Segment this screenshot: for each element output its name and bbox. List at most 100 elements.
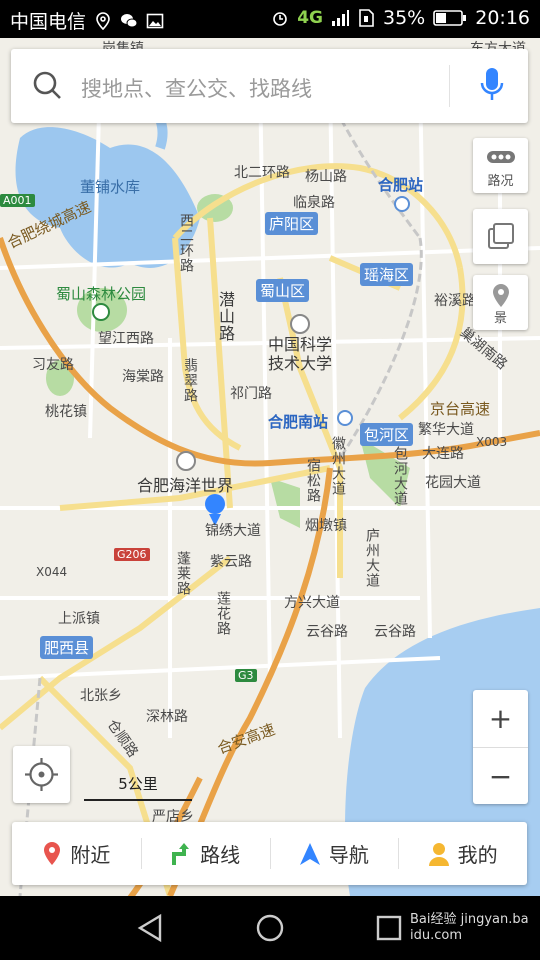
poi-aquarium[interactable]: 合肥海洋世界 [137,472,233,496]
navigate-label: 导航 [328,843,369,867]
district-baohe[interactable]: 包河区 [360,423,414,446]
pin-outline-icon [492,284,509,307]
carrier-name: 中国电信 [10,11,87,33]
road-jinxiu: 锦绣大道 [205,523,261,539]
zoom-control: + − [473,690,528,804]
nearby-button[interactable]: 附近 [12,822,141,885]
town-taohua: 桃花镇 [45,404,87,420]
search-icon [33,71,61,99]
road-huizhou: 徽州大道 [330,436,346,496]
road-fanhua: 繁华大道 [418,422,474,438]
road-penglai: 蓬莱路 [175,551,191,596]
road-huayuan: 花园大道 [425,475,481,491]
traffic-label: 路况 [487,174,514,189]
zoom-in-button[interactable]: + [473,690,528,747]
zoom-out-button[interactable]: − [473,748,528,805]
search-divider [449,65,450,107]
bottom-toolbar: 附近 路线 导航 我的 [12,822,527,885]
sim-icon [359,9,374,27]
microphone-icon[interactable] [480,67,504,103]
network-4g-label: 4G [297,8,323,28]
road-linquan: 临泉路 [293,195,335,211]
route-button[interactable]: 路线 [140,822,270,885]
home-icon[interactable] [255,913,285,943]
town-shangpai: 上派镇 [58,611,100,627]
watermark: Bai经验 jingyan.baidu.com [410,912,529,943]
road-yungu: 云谷路 [306,624,348,640]
streetview-label: 景 [493,311,507,326]
map-scale: 5公里 [84,773,192,801]
search-input[interactable]: 搜地点、查公交、找路线 [81,73,312,103]
poi-university[interactable]: 中国科学技术大学 [268,335,338,373]
district-shushan[interactable]: 蜀山区 [256,279,310,302]
road-baohe: 包河大道 [392,446,408,506]
road-haitang: 海棠路 [122,369,164,385]
status-bar: 中国电信 4G 35% 20:16 [0,0,540,38]
traffic-button[interactable]: 路况 [473,138,528,193]
road-yungu-2: 云谷路 [374,624,416,640]
back-icon[interactable] [136,913,164,943]
profile-label: 我的 [457,843,498,867]
pin-icon [44,841,61,865]
district-luyang[interactable]: 庐阳区 [265,212,319,235]
road-ziyun: 紫云路 [210,554,252,570]
clock: 20:16 [475,7,530,29]
district-feixi[interactable]: 肥西县 [40,636,94,659]
road-west-ring2: 西二环路 [178,213,194,273]
shield-x044: X044 [36,565,68,579]
road-wangjiang-west: 望江西路 [98,331,154,347]
road-qimen: 祁门路 [230,386,272,402]
layers-icon [487,223,514,249]
streetview-button[interactable]: 景 [473,275,528,330]
road-qianshan: 潜山路 [216,291,235,342]
poi-forest-park[interactable]: 蜀山森林公园 [56,283,146,304]
shield-g206: G206 [114,548,150,561]
system-nav-bar: Bai经验 jingyan.baidu.com [0,896,540,960]
poi-station-north[interactable]: 合肥站 [378,174,423,195]
reservoir-water [15,127,200,268]
road-zixi: 宿松路 [305,458,321,503]
navigate-icon [299,842,320,865]
nearby-label: 附近 [70,843,111,867]
shield-a001: A001 [0,194,35,207]
road-dalian: 大连路 [422,446,464,462]
navigate-button[interactable]: 导航 [269,822,399,885]
town-yandun: 烟墩镇 [305,518,347,534]
road-yangshan: 杨山路 [305,169,347,185]
shield-x003: X003 [476,435,508,449]
district-yaohai[interactable]: 瑶海区 [360,263,414,286]
road-north-ring2: 北二环路 [234,165,290,181]
wechat-icon [121,13,138,27]
image-icon [146,13,164,28]
university-icon [290,314,310,334]
road-xiyou: 习友路 [32,357,74,373]
battery-percent: 35% [383,7,426,29]
locate-button[interactable] [13,746,70,803]
search-bar[interactable]: 搜地点、查公交、找路线 [11,49,528,123]
alarm-icon [273,12,288,26]
station-north-icon [394,196,410,212]
road-jingtai-expressway: 京台高速 [430,400,491,418]
recents-icon[interactable] [376,915,402,941]
road-fangxing: 方兴大道 [284,595,340,611]
map-canvas[interactable]: 董铺水库 庐阳区 蜀山区 瑶海区 包河区 肥西县 合肥站 合肥南站 中国科学技术… [0,38,540,896]
reservoir-label: 董铺水库 [80,178,141,196]
shield-g3: G3 [235,669,257,682]
aquarium-icon [176,451,196,471]
scale-bar [84,799,192,801]
forest-park-icon [92,303,110,321]
signal-icon [332,10,349,26]
person-icon [428,842,449,866]
station-south-icon [337,410,353,426]
poi-station-south[interactable]: 合肥南站 [268,411,328,432]
road-shenlin: 深林路 [146,709,188,725]
battery-icon [433,10,467,26]
locate-icon [25,758,58,791]
road-cuiwei: 翡翠路 [182,358,198,403]
road-lianhua: 莲花路 [215,591,231,636]
layers-button[interactable] [473,209,528,264]
park-green-2 [270,478,300,528]
profile-button[interactable]: 我的 [398,822,527,885]
location-icon [96,11,110,30]
road-luzhou: 庐州大道 [364,528,380,588]
